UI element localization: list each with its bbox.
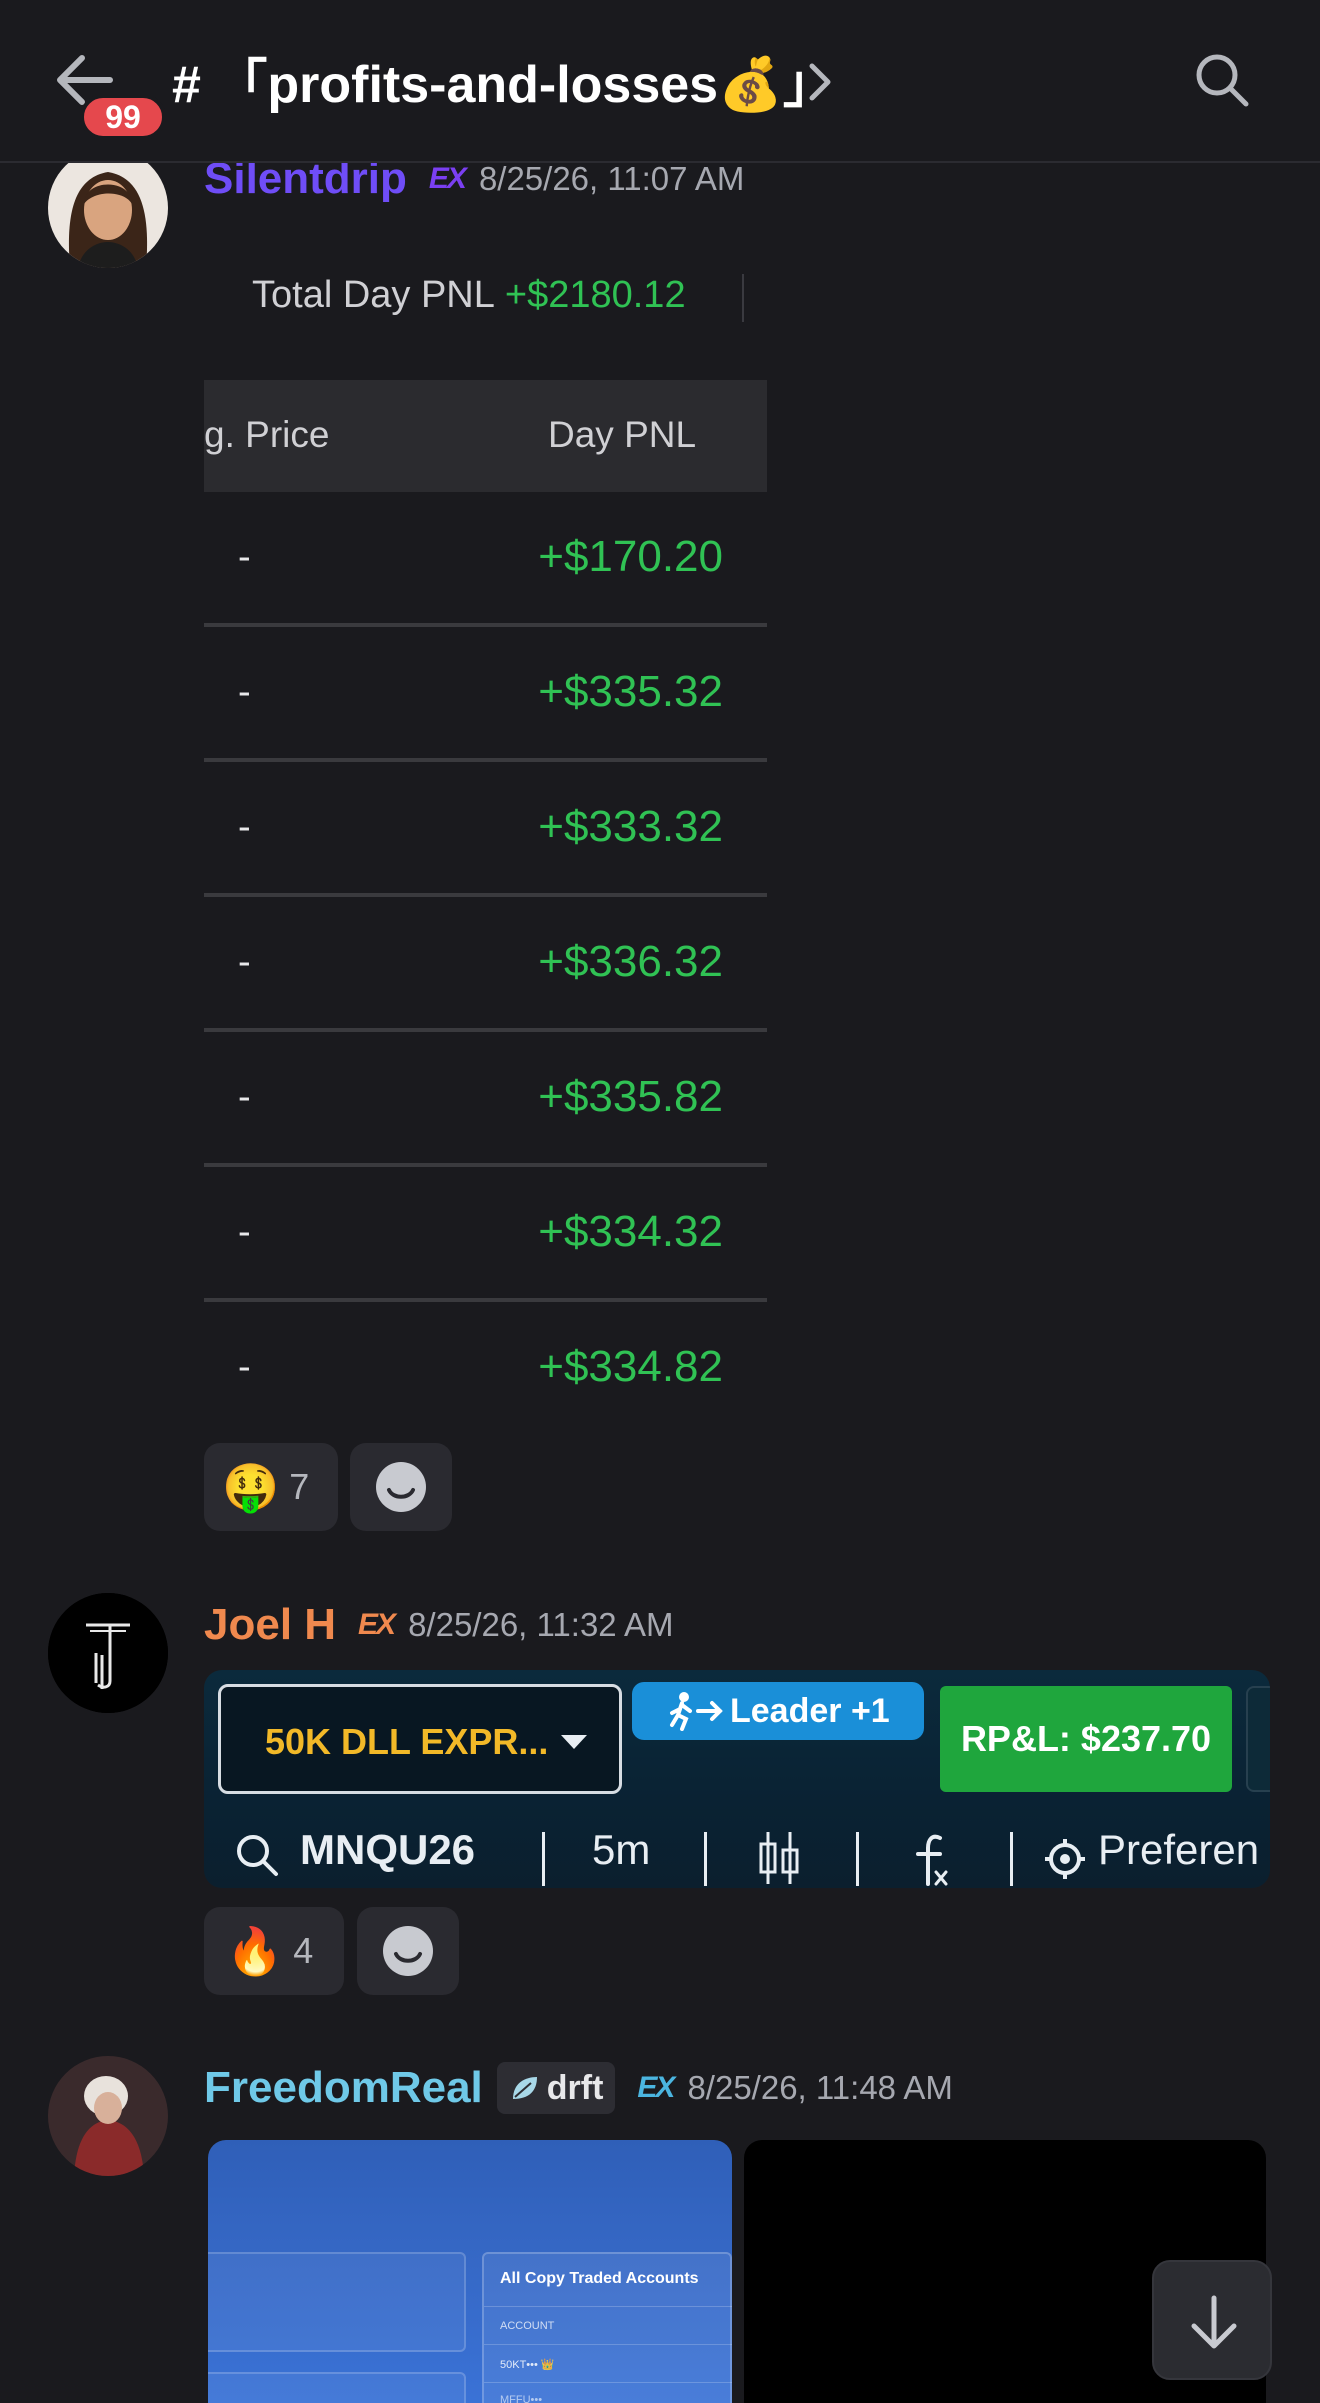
timestamp: 8/25/26, 11:07 AM: [478, 160, 745, 197]
pnl-cell: +$170.20: [538, 532, 723, 581]
price-cell: -: [238, 1346, 251, 1388]
price-cell: -: [238, 941, 251, 983]
divider: [1010, 1832, 1013, 1886]
rpl-badge: RP&L: $237.70: [940, 1686, 1232, 1792]
exit-run-icon: [670, 1692, 723, 1731]
avatar[interactable]: [48, 2056, 168, 2176]
chart-toolbar: MNQU26 5m Preferen: [204, 1826, 1270, 1888]
account-row: 50KT••• 👑: [500, 2359, 555, 2371]
panel-title: All Copy Traded Accounts: [500, 2270, 699, 2287]
preferences-label: Preferen: [1098, 1826, 1260, 1873]
pnl-cell: +$336.32: [538, 937, 723, 986]
channel-title[interactable]: # 「profits-and-losses💰」: [172, 42, 835, 117]
total-value: +$2180.12: [504, 274, 686, 316]
dashboard-panel: [208, 2252, 466, 2352]
divider: [742, 274, 744, 322]
total-label: Total Day PNL: [252, 274, 495, 316]
reaction-count: 4: [293, 1930, 314, 1971]
jump-to-bottom-button[interactable]: [1152, 2260, 1272, 2380]
table-row: - +$170.20: [204, 492, 767, 627]
message-header: FreedomReal drft EX 8/25/26, 11:48 AM: [204, 2062, 953, 2114]
pnl-screenshot[interactable]: Total Day PNL +$2180.12 g. Price Day PNL …: [204, 232, 767, 1392]
guild-tag[interactable]: drft: [496, 2062, 616, 2114]
pnl-cell: +$334.32: [538, 1207, 723, 1256]
reaction-count: 7: [289, 1466, 310, 1507]
table-header: g. Price Day PNL: [204, 380, 767, 492]
pnl-cell: +$334.82: [538, 1342, 723, 1391]
column-header-day-pnl: Day PNL: [548, 414, 697, 455]
attachment-image[interactable]: All Copy Traded Accounts ACCOUNT 50KT•••…: [208, 2140, 732, 2403]
divider: [484, 2344, 732, 2345]
column-header: ACCOUNT: [500, 2320, 555, 2332]
leaf-icon: [512, 2077, 537, 2099]
cut-off-panel: [1246, 1686, 1270, 1792]
divider: [484, 2306, 732, 2307]
interval-label: 5m: [592, 1826, 651, 1873]
search-icon: [237, 1835, 278, 1876]
accounts-panel: All Copy Traded Accounts ACCOUNT 50KT•••…: [482, 2252, 732, 2403]
caret-down-icon: [561, 1735, 587, 1749]
divider: [484, 2382, 732, 2383]
timestamp: 8/25/26, 11:48 AM: [687, 2069, 953, 2106]
search-icon: [1196, 54, 1249, 107]
table-row: - +$333.32: [204, 762, 767, 897]
username[interactable]: Joel H: [204, 1600, 336, 1650]
table-row: - +$336.32: [204, 897, 767, 1032]
price-cell: -: [238, 1211, 251, 1253]
pnl-cell: +$335.82: [538, 1072, 723, 1121]
server-tag-icon: EX: [428, 162, 467, 195]
add-reaction-button[interactable]: [357, 1907, 459, 1995]
avatar[interactable]: [48, 1593, 168, 1713]
account-selector: 50K DLL EXPR...: [218, 1684, 622, 1794]
arrow-down-icon: [1191, 2295, 1237, 2349]
divider: [856, 1832, 859, 1886]
symbol-label: MNQU26: [300, 1826, 476, 1873]
server-tag-icon: EX: [358, 1608, 396, 1641]
smiley-add-icon: [376, 1462, 426, 1512]
chevron-right-icon: [809, 63, 831, 101]
channel-details-button[interactable]: [806, 60, 834, 104]
table-row: - +$334.82: [204, 1302, 767, 1392]
message-header: Joel H EX 8/25/26, 11:32 AM: [204, 1600, 674, 1650]
price-cell: -: [238, 1076, 251, 1118]
account-name: 50K DLL EXPR...: [265, 1721, 549, 1762]
divider: [542, 1832, 545, 1886]
unread-badge: 99: [80, 94, 166, 140]
guild-tag-label: drft: [546, 2068, 604, 2107]
table-row: - +$335.32: [204, 627, 767, 762]
leader-badge: Leader +1: [632, 1682, 924, 1740]
column-header-price: g. Price: [204, 414, 330, 455]
channel-header: 99 # 「profits-and-losses💰」: [0, 0, 1320, 163]
candlestick-icon: [759, 1832, 799, 1884]
price-cell: -: [238, 671, 251, 713]
total-day-pnl: Total Day PNL +$2180.12: [252, 274, 686, 317]
pnl-cell: +$333.32: [538, 802, 723, 851]
account-row: MFFU•••: [500, 2394, 543, 2403]
reaction-money-mouth[interactable]: 🤑 7: [204, 1443, 338, 1531]
dashboard-panel: [208, 2372, 466, 2403]
reaction-fire[interactable]: 🔥 4: [204, 1907, 344, 1995]
indicator-fx-icon: [916, 1834, 948, 1886]
divider: [704, 1832, 707, 1886]
fire-icon: 🔥: [226, 1924, 284, 1977]
gear-icon: [1045, 1839, 1085, 1879]
avatar[interactable]: [48, 148, 168, 268]
money-mouth-face-icon: 🤑: [222, 1460, 280, 1513]
server-tag-icon: EX: [637, 2071, 675, 2104]
add-reaction-button[interactable]: [350, 1443, 452, 1531]
username[interactable]: FreedomReal: [204, 2063, 483, 2113]
leader-label: Leader +1: [730, 1691, 890, 1730]
price-cell: -: [238, 806, 251, 848]
timestamp: 8/25/26, 11:32 AM: [408, 1606, 674, 1643]
pnl-cell: +$335.32: [538, 667, 723, 716]
smiley-add-icon: [383, 1926, 433, 1976]
price-cell: -: [238, 536, 251, 578]
search-button[interactable]: [1192, 50, 1252, 110]
trading-screenshot[interactable]: 50K DLL EXPR... Leader +1 RP&L: $237.70 …: [204, 1670, 1270, 1888]
table-row: - +$334.32: [204, 1167, 767, 1302]
table-row: - +$335.82: [204, 1032, 767, 1167]
